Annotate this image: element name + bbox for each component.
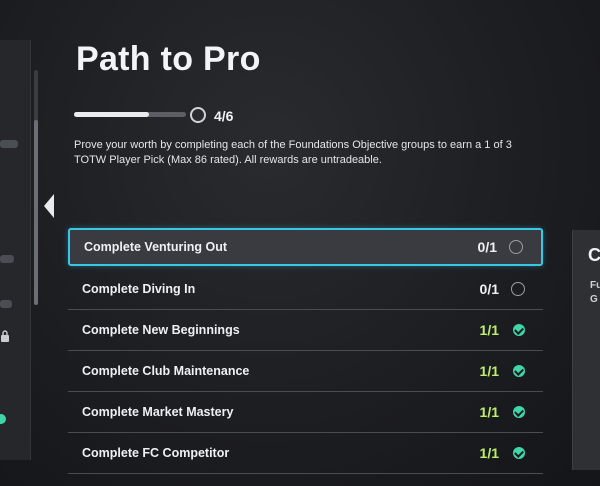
right-side-card[interactable] bbox=[572, 230, 600, 470]
empty-circle-icon bbox=[509, 240, 523, 254]
back-arrow-icon[interactable] bbox=[44, 194, 54, 218]
page-title: Path to Pro bbox=[76, 40, 261, 78]
check-icon bbox=[513, 324, 525, 336]
objective-count: 1/1 bbox=[479, 404, 499, 420]
objective-row[interactable]: Complete FC Competitor 1/1 bbox=[68, 433, 543, 474]
objective-count: 0/1 bbox=[479, 281, 499, 297]
left-scrollbar-thumb[interactable] bbox=[34, 120, 38, 305]
left-side-panel[interactable] bbox=[0, 40, 31, 460]
objective-row[interactable]: Complete Market Mastery 1/1 bbox=[68, 392, 543, 433]
objective-count: 1/1 bbox=[479, 322, 499, 338]
objective-row[interactable]: Complete Diving In 0/1 bbox=[68, 269, 543, 310]
objective-row[interactable]: Complete Club Maintenance 1/1 bbox=[68, 351, 543, 392]
check-icon bbox=[513, 406, 525, 418]
objectives-list: Complete Venturing Out 0/1 Complete Diving… bbox=[68, 228, 543, 474]
objective-label: Complete New Beginnings bbox=[82, 323, 240, 337]
left-panel-chip bbox=[0, 300, 12, 308]
progress-end-icon bbox=[190, 107, 206, 123]
progress-bar-fill bbox=[74, 112, 149, 117]
empty-circle-icon bbox=[511, 282, 525, 296]
right-card-text: Fu bbox=[590, 280, 600, 291]
objective-label: Complete Venturing Out bbox=[84, 240, 228, 254]
objective-row[interactable]: Complete Venturing Out 0/1 bbox=[68, 228, 543, 266]
check-icon bbox=[513, 365, 525, 377]
check-icon bbox=[513, 447, 525, 459]
objective-row[interactable]: Complete New Beginnings 1/1 bbox=[68, 310, 543, 351]
left-panel-chip bbox=[0, 255, 14, 263]
objective-count: 0/1 bbox=[477, 239, 497, 255]
objective-label: Complete Market Mastery bbox=[82, 405, 234, 419]
right-card-text: G bbox=[590, 294, 598, 305]
progress-bar bbox=[74, 112, 186, 117]
objective-description: Prove your worth by completing each of t… bbox=[74, 139, 512, 166]
objective-count: 1/1 bbox=[479, 363, 499, 379]
left-panel-chip bbox=[0, 140, 18, 148]
objective-count: 1/1 bbox=[479, 445, 499, 461]
objective-label: Complete FC Competitor bbox=[82, 446, 230, 460]
progress-count: 4/6 bbox=[214, 108, 234, 124]
objective-label: Complete Diving In bbox=[82, 282, 196, 296]
objective-label: Complete Club Maintenance bbox=[82, 364, 250, 378]
lock-icon bbox=[1, 330, 9, 342]
right-card-title: C bbox=[588, 245, 600, 265]
